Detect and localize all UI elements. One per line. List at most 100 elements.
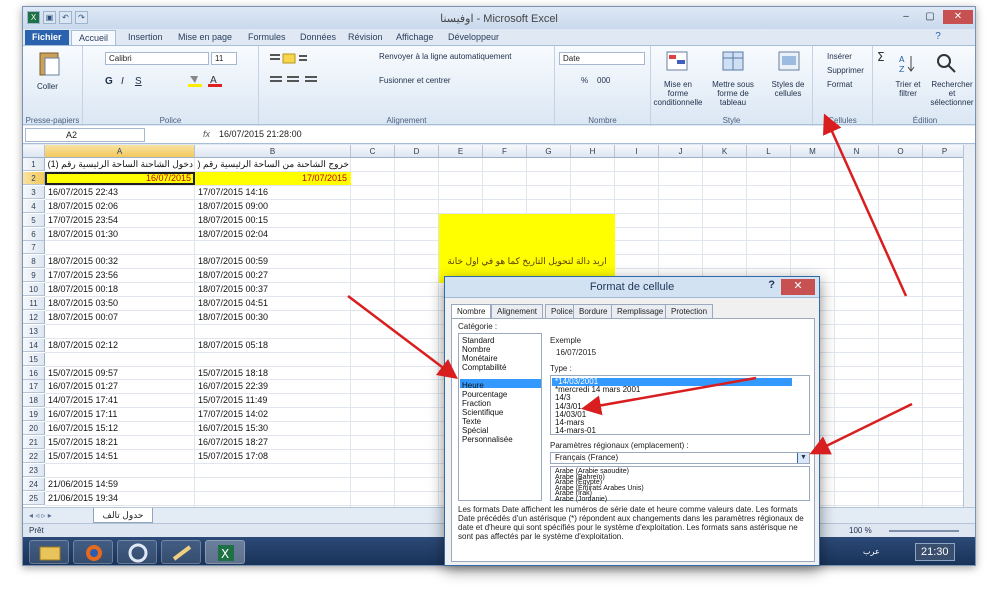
- maximize-icon[interactable]: ▢: [919, 10, 941, 24]
- autosum-icon[interactable]: Σ: [875, 50, 889, 64]
- note-cell[interactable]: اريد دالة لتحويل التاريخ كما هو في اول خ…: [439, 255, 615, 268]
- dialog-tab-fill[interactable]: Remplissage: [611, 304, 670, 318]
- row-header[interactable]: 14: [23, 338, 45, 352]
- insert-cells-button[interactable]: Insérer: [827, 52, 852, 61]
- row-header[interactable]: 5: [23, 213, 45, 227]
- column-header[interactable]: D: [395, 145, 439, 158]
- align-top-icon[interactable]: [269, 52, 309, 64]
- corner-cell[interactable]: [23, 145, 45, 158]
- column-header[interactable]: A: [45, 145, 195, 158]
- find-icon[interactable]: [935, 52, 957, 74]
- merge-center-button[interactable]: Fusionner et centrer: [379, 76, 451, 85]
- cell-a[interactable]: 18/07/2015 00:18: [48, 283, 194, 296]
- row-header[interactable]: 23: [23, 463, 45, 477]
- cell-a2[interactable]: 16/07/2015: [47, 172, 191, 185]
- dialog-help-icon[interactable]: ?: [768, 279, 775, 291]
- paste-button[interactable]: Coller: [37, 82, 58, 91]
- tab-developer[interactable]: Développeur: [441, 30, 506, 45]
- taskbar-browser-icon[interactable]: [117, 540, 157, 564]
- category-item[interactable]: Nombre: [462, 346, 490, 354]
- row-header[interactable]: 9: [23, 269, 45, 283]
- row-header[interactable]: 10: [23, 283, 45, 297]
- row-header[interactable]: 11: [23, 297, 45, 310]
- vertical-scrollbar[interactable]: [963, 145, 975, 507]
- tab-formulas[interactable]: Formules: [241, 30, 293, 45]
- column-header[interactable]: G: [527, 145, 571, 158]
- cell-a1[interactable]: دخول الشاحنة الساحة الرئيسية رقم (1): [47, 158, 193, 171]
- cell-b2[interactable]: 17/07/2015: [197, 172, 347, 185]
- row-header[interactable]: 13: [23, 324, 45, 338]
- tab-review[interactable]: Révision: [341, 30, 390, 45]
- wrap-text-button[interactable]: Renvoyer à la ligne automatiquement: [379, 52, 512, 61]
- cell-a[interactable]: 21/06/2015 19:34: [48, 492, 194, 505]
- find-select-button[interactable]: Rechercher et sélectionner: [927, 80, 975, 107]
- conditional-format-icon[interactable]: [665, 50, 689, 72]
- cell-styles-button[interactable]: Styles de cellules: [765, 80, 811, 98]
- category-item[interactable]: Scientifique: [462, 409, 503, 417]
- row-header[interactable]: 6: [23, 227, 45, 241]
- cell-a[interactable]: 18/07/2015 00:32: [48, 255, 194, 268]
- cell-a[interactable]: 16/07/2015 17:11: [48, 408, 194, 421]
- category-item[interactable]: Heure: [462, 382, 484, 390]
- number-format-select[interactable]: Date: [559, 52, 645, 65]
- row-header[interactable]: 17: [23, 380, 45, 394]
- row-header[interactable]: 22: [23, 449, 45, 463]
- column-header[interactable]: H: [571, 145, 615, 158]
- row-header[interactable]: 15: [23, 352, 45, 366]
- dialog-tab-alignment[interactable]: Alignement: [491, 304, 544, 318]
- help-icon[interactable]: ?: [927, 30, 949, 44]
- row-header[interactable]: 19: [23, 408, 45, 422]
- cell-b[interactable]: 15/07/2015 11:49: [198, 394, 350, 407]
- underline-button[interactable]: S: [135, 76, 142, 87]
- table-format-icon[interactable]: [721, 50, 745, 72]
- tab-home[interactable]: Accueil: [71, 30, 117, 45]
- cell-a[interactable]: 16/07/2015 22:43: [48, 186, 194, 199]
- tab-file[interactable]: Fichier: [25, 30, 69, 45]
- close-window-icon[interactable]: ✕: [943, 10, 973, 24]
- taskbar-files-icon[interactable]: [29, 540, 69, 564]
- column-header[interactable]: N: [835, 145, 879, 158]
- cell-a[interactable]: 18/07/2015 01:30: [48, 228, 194, 241]
- italic-button[interactable]: I: [121, 76, 124, 87]
- dialog-tab-border[interactable]: Bordure: [573, 304, 614, 318]
- row-header[interactable]: 20: [23, 422, 45, 436]
- column-header[interactable]: C: [351, 145, 395, 158]
- cell-b[interactable]: 17/07/2015 14:16: [198, 186, 350, 199]
- row-header[interactable]: 18: [23, 394, 45, 408]
- bold-button[interactable]: G: [105, 76, 113, 87]
- cell-a[interactable]: 15/07/2015 14:51: [48, 450, 194, 463]
- clock[interactable]: 21:30: [915, 543, 955, 561]
- column-header[interactable]: B: [195, 145, 351, 158]
- cell-b[interactable]: 15/07/2015 17:08: [198, 450, 350, 463]
- formula-input[interactable]: 16/07/2015 21:28:00: [219, 129, 302, 139]
- row-header[interactable]: 21: [23, 436, 45, 449]
- cell-b[interactable]: 16/07/2015 18:27: [198, 436, 350, 449]
- cell-b[interactable]: 16/07/2015 15:30: [198, 422, 350, 435]
- column-header[interactable]: I: [615, 145, 659, 158]
- row-header[interactable]: 7: [23, 241, 45, 255]
- column-header[interactable]: P: [923, 145, 963, 158]
- row-header[interactable]: 8: [23, 255, 45, 269]
- cell-a[interactable]: 15/07/2015 18:21: [48, 436, 194, 449]
- minimize-icon[interactable]: –: [895, 10, 917, 24]
- align-center-icon[interactable]: [269, 74, 349, 86]
- keyboard-language[interactable]: عرب: [863, 547, 880, 556]
- column-header[interactable]: L: [747, 145, 791, 158]
- chevron-down-icon[interactable]: ▼: [797, 453, 809, 463]
- sort-filter-button[interactable]: Trier et filtrer: [887, 80, 929, 98]
- tab-view[interactable]: Affichage: [389, 30, 440, 45]
- locale-select[interactable]: Français (France) ▼: [550, 452, 810, 464]
- taskbar-excel-icon[interactable]: X: [205, 540, 245, 564]
- cell-a[interactable]: 16/07/2015 01:27: [48, 380, 194, 393]
- row-header[interactable]: 12: [23, 310, 45, 324]
- cell-a[interactable]: 18/07/2015 02:06: [48, 200, 194, 213]
- cell-b[interactable]: 18/07/2015 04:51: [198, 297, 350, 310]
- category-item[interactable]: Date: [462, 373, 479, 381]
- column-header[interactable]: J: [659, 145, 703, 158]
- cell-a[interactable]: 18/07/2015 00:07: [48, 311, 194, 324]
- cell-a[interactable]: 18/07/2015 02:12: [48, 339, 194, 352]
- cell-b[interactable]: 16/07/2015 22:39: [198, 380, 350, 393]
- cell-a[interactable]: 14/07/2015 17:41: [48, 394, 194, 407]
- cell-styles-icon[interactable]: [777, 50, 801, 72]
- cell-b[interactable]: 18/07/2015 00:15: [198, 214, 350, 227]
